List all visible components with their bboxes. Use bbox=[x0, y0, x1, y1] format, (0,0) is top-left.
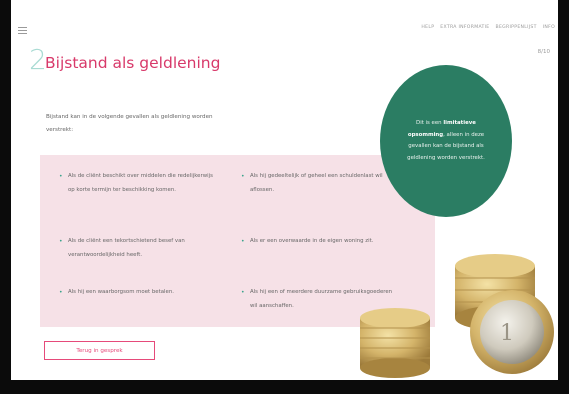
euro-coins-illustration: 1 bbox=[360, 254, 554, 378]
bullet-icon: • bbox=[241, 289, 245, 296]
callout-text: Dit is een limitatieve opsomming, alleen… bbox=[406, 118, 486, 164]
nav-item-help[interactable]: Help bbox=[421, 25, 434, 30]
page-counter: 8/10 bbox=[537, 49, 550, 55]
back-to-conversation-button[interactable]: Terug in gesprek bbox=[44, 341, 155, 360]
list-item-text: Als hij een waarborgsom moet betalen. bbox=[68, 289, 174, 295]
list-item-text: Als hij gedeeltelijk of geheel een schul… bbox=[250, 173, 383, 193]
nav-item-info[interactable]: Info bbox=[543, 25, 555, 30]
list-item-text: Als de cliënt beschikt over middelen die… bbox=[68, 173, 213, 193]
right-border bbox=[558, 0, 569, 394]
page-title: Bijstand als geldlening bbox=[45, 54, 221, 72]
hamburger-menu-icon[interactable] bbox=[18, 27, 27, 34]
callout-prefix: Dit is een bbox=[416, 120, 442, 126]
app-frame: Help Extra informatie Begrippenlijst Inf… bbox=[0, 0, 569, 394]
bullet-icon: • bbox=[59, 173, 63, 180]
nav-item-begrippenlijst[interactable]: Begrippenlijst bbox=[496, 25, 537, 30]
nav-item-extra-informatie[interactable]: Extra informatie bbox=[440, 25, 489, 30]
bullet-icon: • bbox=[241, 173, 245, 180]
left-border bbox=[0, 0, 11, 394]
bullet-icon: • bbox=[59, 289, 63, 296]
list-item: • Als hij een waarborgsom moet betalen. bbox=[59, 286, 218, 300]
bullet-icon: • bbox=[59, 238, 63, 245]
list-item: • Als de cliënt beschikt over middelen d… bbox=[59, 170, 213, 197]
list-item-text: Als er een overwaarde in de eigen woning… bbox=[250, 238, 374, 244]
bullet-icon: • bbox=[241, 238, 245, 245]
top-navigation: Help Extra informatie Begrippenlijst Inf… bbox=[421, 25, 555, 30]
list-item: • Als hij gedeeltelijk of geheel een sch… bbox=[241, 170, 395, 197]
intro-text: Bijstand kan in de volgende gevallen als… bbox=[46, 114, 213, 133]
bottom-border bbox=[0, 380, 569, 394]
callout-circle: Dit is een limitatieve opsomming, alleen… bbox=[380, 65, 512, 217]
list-item: • Als de cliënt een tekortschietend bese… bbox=[59, 235, 213, 262]
list-item-text: Als de cliënt een tekortschietend besef … bbox=[68, 238, 185, 258]
svg-text:1: 1 bbox=[500, 321, 514, 346]
